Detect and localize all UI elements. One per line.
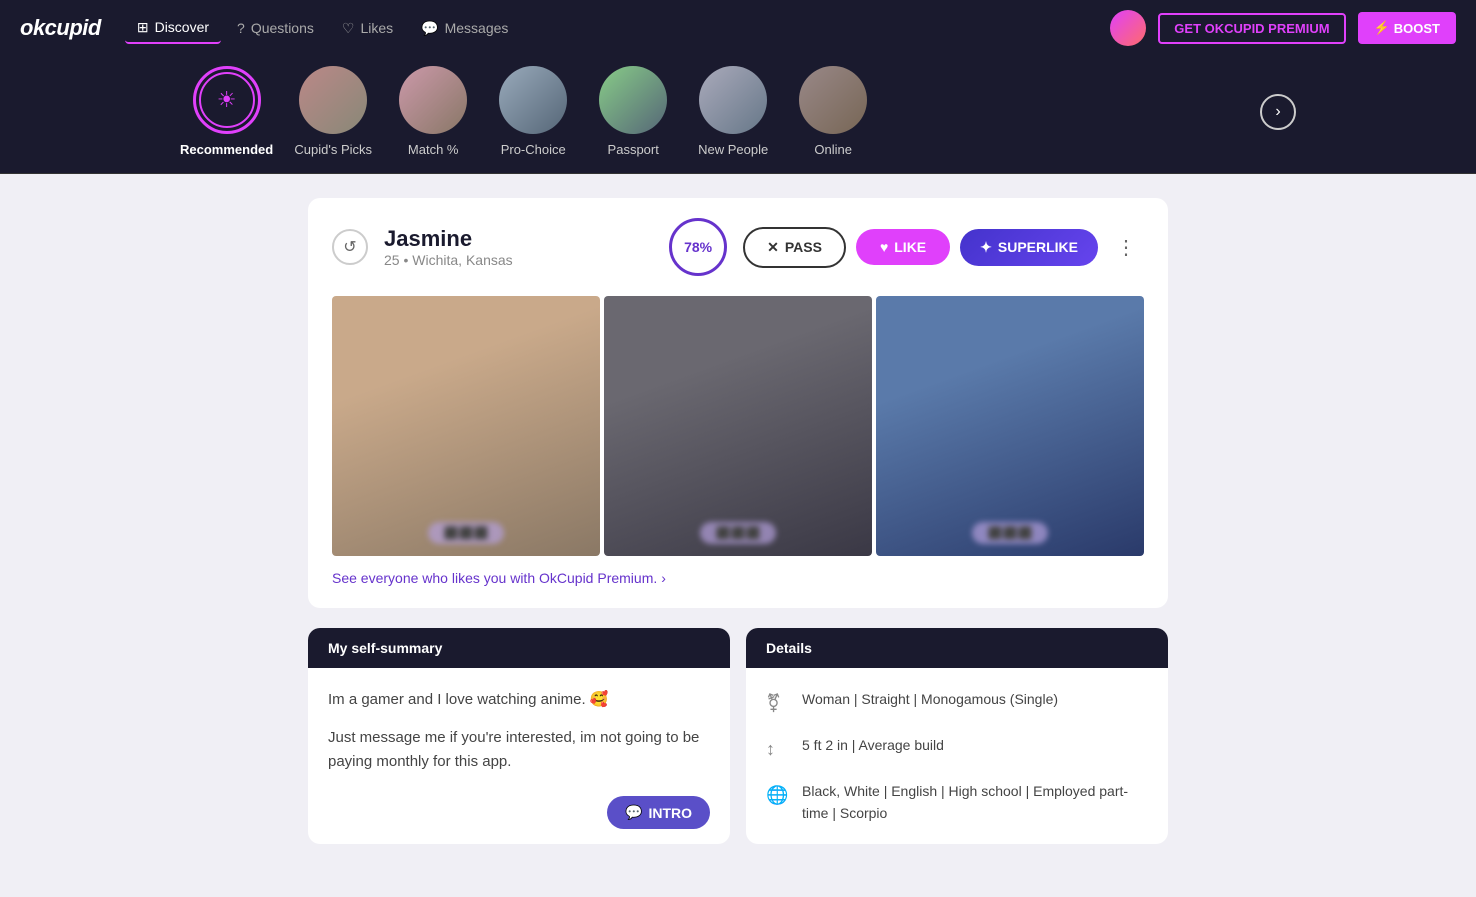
premium-button[interactable]: GET OKCUPID PREMIUM bbox=[1158, 13, 1345, 44]
category-online[interactable]: Online bbox=[793, 66, 873, 157]
online-avatar bbox=[799, 66, 867, 134]
match-percent-circle: 78% bbox=[669, 218, 727, 276]
category-pro-choice[interactable]: Pro-Choice bbox=[493, 66, 573, 157]
arrow-right-icon: › bbox=[661, 570, 666, 586]
category-match[interactable]: Match % bbox=[393, 66, 473, 157]
photo-1[interactable]: ⬛⬛⬛ bbox=[332, 296, 600, 556]
messages-icon: 💬 bbox=[421, 20, 438, 37]
globe-icon: 🌐 bbox=[766, 781, 788, 810]
self-summary-body: Im a gamer and I love watching anime. 🥰 … bbox=[308, 668, 730, 808]
category-pro-choice-label: Pro-Choice bbox=[501, 142, 566, 157]
bolt-icon: ⚡ bbox=[1374, 20, 1390, 36]
category-new-people[interactable]: New People bbox=[693, 66, 773, 157]
nav-items: ⊞ Discover ? Questions ♡ Likes 💬 Message… bbox=[125, 13, 1086, 44]
nav-right: GET OKCUPID PREMIUM ⚡ BOOST bbox=[1110, 10, 1456, 46]
category-cupids-picks[interactable]: Cupid's Picks bbox=[293, 66, 373, 157]
intro-button[interactable]: 💬 INTRO bbox=[607, 796, 710, 829]
self-summary-p1: Im a gamer and I love watching anime. 🥰 bbox=[328, 688, 710, 712]
discover-icon: ⊞ bbox=[137, 19, 149, 36]
superlike-button[interactable]: ✦ SUPERLIKE bbox=[960, 229, 1098, 266]
recommended-avatar: ☀ bbox=[193, 66, 261, 134]
photo-1-badge: ⬛⬛⬛ bbox=[428, 522, 505, 544]
photo-1-placeholder: ⬛⬛⬛ bbox=[332, 296, 600, 556]
like-button[interactable]: ♥ LIKE bbox=[856, 229, 950, 265]
detail-gender: ⚧ Woman | Straight | Monogamous (Single) bbox=[766, 688, 1148, 718]
questions-icon: ? bbox=[237, 20, 245, 36]
match-avatar bbox=[399, 66, 467, 134]
photo-grid: ⬛⬛⬛ ⬛⬛⬛ ⬛⬛⬛ bbox=[332, 296, 1144, 556]
category-next-button[interactable]: › bbox=[1260, 94, 1296, 130]
new-people-avatar bbox=[699, 66, 767, 134]
boost-button[interactable]: ⚡ BOOST bbox=[1358, 12, 1456, 44]
category-match-label: Match % bbox=[408, 142, 459, 157]
user-avatar[interactable] bbox=[1110, 10, 1146, 46]
like-heart-icon: ♥ bbox=[880, 239, 888, 255]
photo-3-badge: ⬛⬛⬛ bbox=[972, 522, 1049, 544]
detail-height: ↕ 5 ft 2 in | Average build bbox=[766, 734, 1148, 764]
logo: okcupid bbox=[20, 15, 101, 41]
nav-messages[interactable]: 💬 Messages bbox=[409, 14, 520, 43]
photo-3-placeholder: ⬛⬛⬛ bbox=[876, 296, 1144, 556]
pro-choice-avatar bbox=[499, 66, 567, 134]
premium-likes-link[interactable]: See everyone who likes you with OkCupid … bbox=[332, 570, 666, 586]
profile-name-block: Jasmine 25 • Wichita, Kansas bbox=[384, 226, 653, 268]
nav-discover[interactable]: ⊞ Discover bbox=[125, 13, 221, 44]
nav-questions[interactable]: ? Questions bbox=[225, 14, 326, 42]
profile-card: ↺ Jasmine 25 • Wichita, Kansas 78% ✕ PAS… bbox=[308, 198, 1168, 608]
details-card: Details ⚧ Woman | Straight | Monogamous … bbox=[746, 628, 1168, 844]
category-online-label: Online bbox=[814, 142, 852, 157]
profile-sections: My self-summary Im a gamer and I love wa… bbox=[308, 628, 1168, 844]
action-buttons: ✕ PASS ♥ LIKE ✦ SUPERLIKE ⋮ bbox=[743, 227, 1144, 268]
top-navigation: okcupid ⊞ Discover ? Questions ♡ Likes 💬… bbox=[0, 0, 1476, 56]
details-body: ⚧ Woman | Straight | Monogamous (Single)… bbox=[746, 668, 1168, 844]
recommended-icon: ☀ bbox=[199, 72, 255, 128]
more-options-button[interactable]: ⋮ bbox=[1108, 231, 1144, 264]
category-passport[interactable]: Passport bbox=[593, 66, 673, 157]
category-recommended[interactable]: ☀ Recommended bbox=[180, 66, 273, 157]
undo-icon: ↺ bbox=[343, 237, 356, 257]
category-recommended-label: Recommended bbox=[180, 142, 273, 157]
nav-likes[interactable]: ♡ Likes bbox=[330, 14, 405, 43]
self-summary-header: My self-summary bbox=[308, 628, 730, 668]
self-summary-p2: Just message me if you're interested, im… bbox=[328, 726, 710, 774]
photo-3[interactable]: ⬛⬛⬛ bbox=[876, 296, 1144, 556]
main-content: ↺ Jasmine 25 • Wichita, Kansas 78% ✕ PAS… bbox=[288, 198, 1188, 844]
x-icon: ✕ bbox=[767, 239, 779, 256]
superlike-icon: ✦ bbox=[980, 239, 992, 256]
detail-background: 🌐 Black, White | English | High school |… bbox=[766, 780, 1148, 825]
pass-button[interactable]: ✕ PASS bbox=[743, 227, 846, 268]
photo-2[interactable]: ⬛⬛⬛ bbox=[604, 296, 872, 556]
category-new-people-label: New People bbox=[698, 142, 768, 157]
category-cupids-picks-label: Cupid's Picks bbox=[294, 142, 372, 157]
self-summary-card: My self-summary Im a gamer and I love wa… bbox=[308, 628, 730, 844]
profile-header: ↺ Jasmine 25 • Wichita, Kansas 78% ✕ PAS… bbox=[332, 218, 1144, 276]
undo-button[interactable]: ↺ bbox=[332, 229, 368, 265]
photo-2-badge: ⬛⬛⬛ bbox=[700, 522, 777, 544]
photo-2-placeholder: ⬛⬛⬛ bbox=[604, 296, 872, 556]
category-passport-label: Passport bbox=[608, 142, 659, 157]
profile-location: 25 • Wichita, Kansas bbox=[384, 252, 653, 268]
passport-avatar bbox=[599, 66, 667, 134]
cupids-picks-avatar bbox=[299, 66, 367, 134]
details-header: Details bbox=[746, 628, 1168, 668]
gender-icon: ⚧ bbox=[766, 689, 788, 718]
profile-name: Jasmine bbox=[384, 226, 653, 252]
details-list: ⚧ Woman | Straight | Monogamous (Single)… bbox=[766, 688, 1148, 824]
chat-icon: 💬 bbox=[625, 804, 642, 821]
heart-icon: ♡ bbox=[342, 20, 355, 37]
height-icon: ↕ bbox=[766, 735, 788, 764]
category-bar: ☀ Recommended Cupid's Picks Match % Pro-… bbox=[0, 56, 1476, 174]
